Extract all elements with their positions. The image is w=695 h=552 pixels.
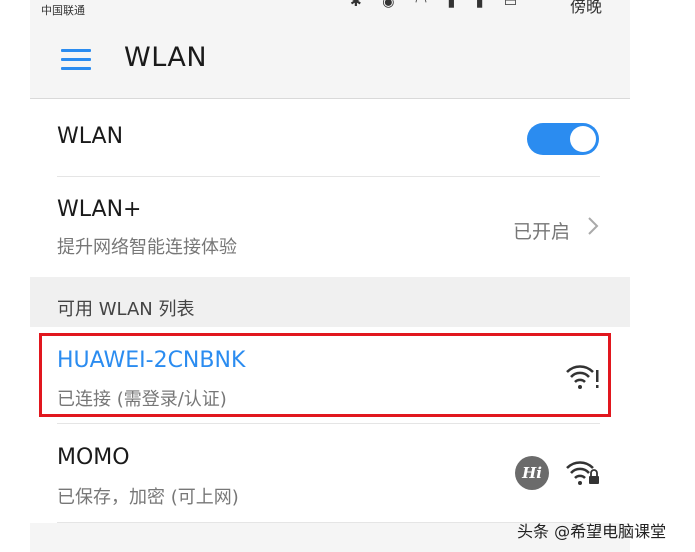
network-name: MOMO (57, 445, 130, 470)
hamburger-menu-icon[interactable] (61, 47, 93, 71)
phone-screen: 中国联通 ✱ ◉ ◠ ▮ ▮ ▭ 傍晚6:49 WLAN WLAN WLAN+ … (30, 0, 630, 552)
wlan-plus-label: WLAN+ (57, 197, 142, 222)
wlan-plus-description: 提升网络智能连接体验 (57, 237, 237, 258)
status-icons: ✱ ◉ ◠ ▮ ▮ ▭ (350, 0, 533, 10)
wlan-toggle-row[interactable]: WLAN (30, 99, 630, 177)
network-status: 已连接 (需登录/认证) (57, 389, 227, 410)
network-name: HUAWEI-2CNBNK (57, 348, 246, 373)
signal-icon: ▮ (475, 0, 484, 10)
title-bar: WLAN (30, 22, 630, 99)
bluetooth-icon: ✱ (350, 0, 362, 10)
wlan-plus-status: 已开启 (513, 221, 571, 243)
signal-icon: ▮ (447, 0, 456, 10)
network-item-huawei[interactable]: HUAWEI-2CNBNK 已连接 (需登录/认证) (30, 327, 630, 423)
carrier-label: 中国联通 (41, 4, 85, 17)
watermark: 头条 @希望电脑课堂 (517, 522, 667, 541)
section-title: 可用 WLAN 列表 (57, 299, 195, 320)
wlan-toggle-switch[interactable] (527, 123, 599, 155)
status-bar: 中国联通 ✱ ◉ ◠ ▮ ▮ ▭ 傍晚6:49 (30, 0, 630, 20)
available-networks-header: 可用 WLAN 列表 (30, 277, 630, 327)
huawei-hilink-icon: Hi (515, 456, 549, 490)
wifi-alert-icon (566, 365, 599, 389)
wifi-lock-icon (566, 461, 599, 485)
divider (57, 423, 600, 424)
page-title: WLAN (124, 42, 208, 73)
eye-icon: ◉ (382, 0, 395, 10)
battery-icon: ▭ (503, 0, 518, 10)
wlan-toggle-label: WLAN (57, 124, 124, 149)
wifi-icon: ◠ (414, 0, 428, 10)
status-time: 傍晚6:49 (570, 0, 606, 20)
chevron-right-icon (588, 217, 599, 235)
network-status: 已保存，加密 (可上网) (57, 487, 239, 508)
wlan-plus-row[interactable]: WLAN+ 提升网络智能连接体验 已开启 (30, 177, 630, 277)
toggle-knob (570, 126, 596, 152)
